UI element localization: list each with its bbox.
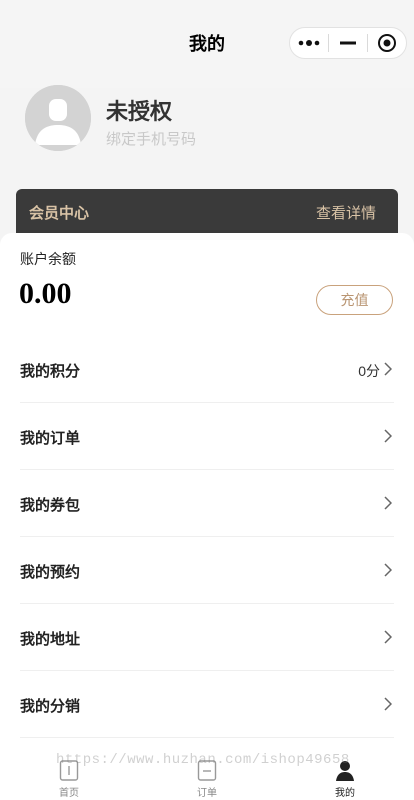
chevron-right-icon (384, 429, 392, 443)
chevron-right-icon (384, 697, 392, 711)
menu-item-appointments[interactable]: 我的预约 (20, 537, 394, 604)
member-center-title: 会员中心 (29, 205, 90, 222)
menu-item-addresses[interactable]: 我的地址 (20, 604, 394, 671)
mini-program-capsule (289, 27, 407, 59)
menu-item-label: 我的订单 (20, 430, 81, 447)
balance-value: 0.00 (19, 277, 72, 310)
points-value: 0分 (358, 363, 380, 379)
tab-label: 订单 (197, 788, 217, 799)
more-dots-icon[interactable] (290, 28, 328, 58)
menu-item-label: 我的地址 (20, 631, 81, 648)
menu-item-label: 我的分销 (20, 698, 81, 715)
menu-item-orders[interactable]: 我的订单 (20, 403, 394, 470)
tab-label: 我的 (335, 788, 355, 799)
nav-bar: 我的 (0, 0, 414, 88)
close-circle-icon[interactable] (368, 28, 406, 58)
profile-header: 未授权 绑定手机号码 (0, 85, 414, 188)
menu-item-label: 我的券包 (20, 497, 81, 514)
default-avatar-icon[interactable] (25, 85, 91, 151)
minimize-icon[interactable] (329, 28, 367, 58)
bind-phone-link[interactable]: 绑定手机号码 (106, 128, 196, 149)
user-nickname[interactable]: 未授权 (106, 94, 172, 126)
menu-list: 我的积分 0分 我的订单 我的券包 我的预约 我的地址 我的分销 (0, 336, 414, 738)
tab-label: 首页 (59, 788, 79, 799)
chevron-right-icon (384, 362, 392, 376)
view-details-link[interactable]: 查看详情 (316, 202, 376, 223)
menu-item-coupons[interactable]: 我的券包 (20, 470, 394, 537)
chevron-right-icon (384, 563, 392, 577)
balance-label: 账户余额 (20, 251, 76, 267)
watermark-text: https://www.huzhan.com/ishop49658 (56, 752, 350, 768)
menu-item-label: 我的积分 (20, 363, 81, 380)
chevron-right-icon (384, 496, 392, 510)
menu-item-points[interactable]: 我的积分 0分 (20, 336, 394, 403)
chevron-right-icon (384, 630, 392, 644)
recharge-button[interactable]: 充值 (316, 285, 393, 315)
menu-item-distribution[interactable]: 我的分销 (20, 671, 394, 738)
menu-item-label: 我的预约 (20, 564, 81, 581)
account-panel: 账户余额 0.00 充值 我的积分 0分 我的订单 我的券包 我的预约 我的地址… (0, 233, 414, 800)
